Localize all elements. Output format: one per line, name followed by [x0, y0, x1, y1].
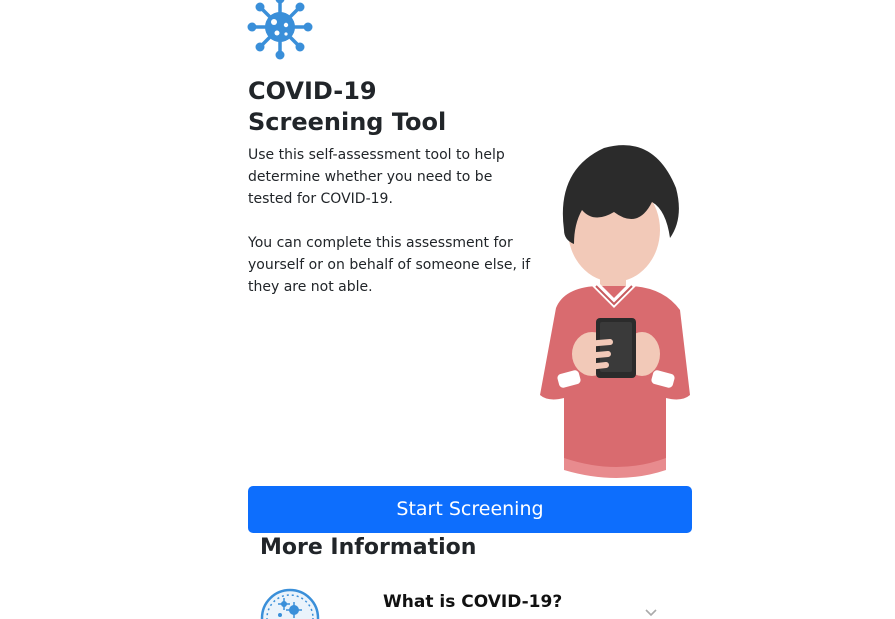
page-title-line1: COVID-19: [248, 77, 377, 105]
person-with-phone-illustration: [540, 145, 690, 478]
page-title: COVID-19 Screening Tool: [248, 76, 508, 138]
chevron-down-icon: [645, 609, 657, 617]
virus-icon: [247, 0, 313, 60]
intro-paragraph-2: You can complete this assessment for you…: [248, 235, 531, 295]
start-screening-button[interactable]: Start Screening: [248, 486, 692, 533]
info-card-title: What is COVID-19?: [383, 592, 563, 612]
virus-badge-icon: [260, 588, 320, 619]
page-title-line2: Screening Tool: [248, 108, 447, 136]
more-information-heading: More Information: [260, 535, 477, 560]
info-card-what-is-covid[interactable]: What is COVID-19?: [250, 580, 700, 619]
intro-text: Use this self-assessment tool to help de…: [248, 144, 538, 298]
screening-page: COVID-19 Screening Tool Use this self-ass…: [0, 0, 895, 619]
intro-paragraph-1: Use this self-assessment tool to help de…: [248, 147, 505, 207]
